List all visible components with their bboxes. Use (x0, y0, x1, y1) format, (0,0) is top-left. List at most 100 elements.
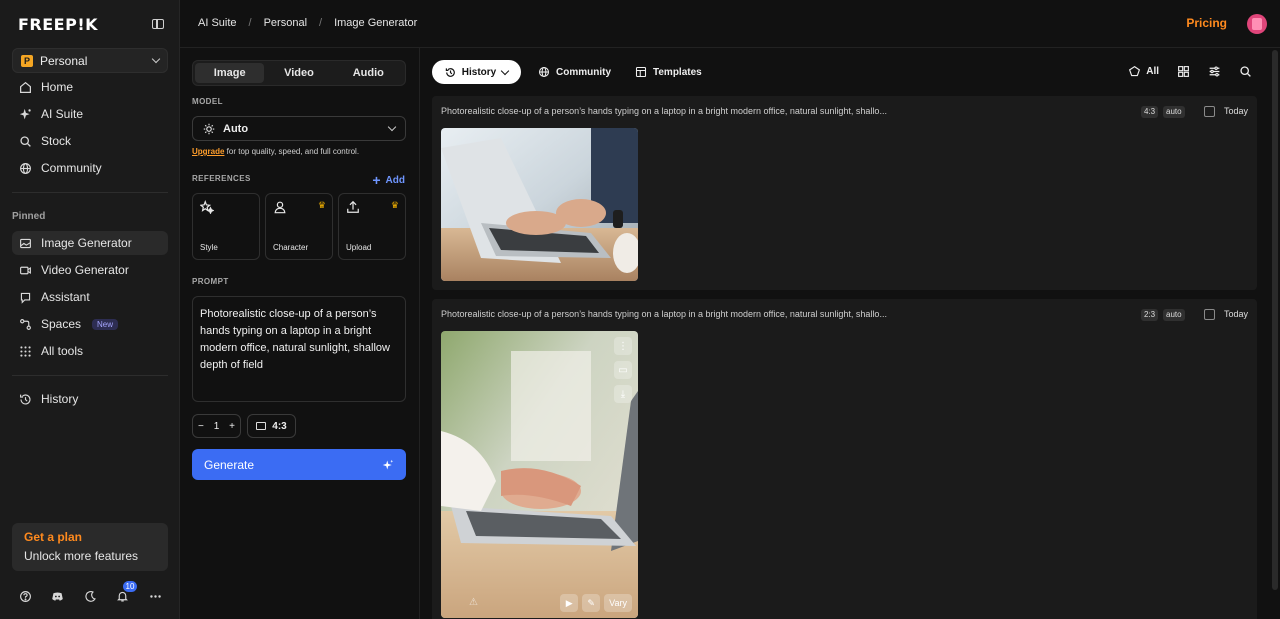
community-tab[interactable]: Community (538, 66, 611, 78)
tab-video[interactable]: Video (264, 63, 333, 83)
workspace-label: Personal (40, 53, 88, 68)
sparkle-icon (382, 459, 394, 471)
vary-button[interactable]: Vary (604, 594, 632, 612)
nav-label: Video Generator (41, 263, 129, 277)
increment-button[interactable]: + (229, 421, 235, 432)
video-icon[interactable]: ▶ (560, 594, 579, 612)
grid-icon (18, 344, 32, 358)
model-auto-icon (203, 123, 215, 135)
result-date: Today (1223, 106, 1248, 116)
history-label: History (461, 66, 497, 78)
plus-icon: + (372, 172, 381, 188)
edit-image-icon[interactable]: ✎ (582, 594, 601, 612)
reference-label: Style (200, 243, 218, 252)
history-icon (445, 67, 456, 78)
model-label: MODEL (192, 97, 223, 106)
reference-label: Upload (346, 243, 372, 252)
sidebar: FREEP!K P Personal Home AI Suite Stock C… (0, 0, 180, 619)
home-icon (18, 80, 32, 94)
tab-image[interactable]: Image (195, 63, 265, 83)
result-prompt[interactable]: Photorealistic close-up of a person’s ha… (441, 106, 1041, 116)
help-icon[interactable] (18, 589, 32, 603)
chevron-down-icon (500, 66, 510, 75)
workspace-badge: P (21, 54, 33, 67)
aspect-ratio-button[interactable]: 4:3 (247, 414, 296, 438)
nav-label: Spaces (41, 317, 82, 331)
more-vertical-icon[interactable]: ⋮ (614, 337, 632, 355)
download-icon[interactable]: ⤓ (614, 385, 632, 403)
sparkle-icon (18, 107, 32, 121)
nav-label: All tools (41, 344, 84, 358)
freepik-logo[interactable]: FREEP!K (18, 15, 98, 34)
upgrade-link[interactable]: Upgrade (192, 147, 224, 156)
image-bottom-actions: ▶ ✎ Vary (560, 594, 632, 612)
decrement-button[interactable]: − (198, 421, 204, 432)
style-icon (199, 199, 215, 215)
chevron-down-icon (387, 122, 397, 132)
aspect-ratio-value: 4:3 (272, 420, 287, 432)
nav-home[interactable]: Home (12, 75, 168, 99)
nav-video-generator[interactable]: Video Generator (12, 258, 168, 282)
crown-icon: ♛ (390, 200, 399, 210)
moon-icon[interactable] (83, 589, 97, 603)
character-icon (273, 200, 287, 214)
nav-history[interactable]: History (12, 387, 168, 411)
prompt-label: PROMPT (192, 277, 229, 286)
nav-image-generator[interactable]: Image Generator (12, 231, 168, 255)
prompt-input[interactable]: Photorealistic close-up of a person’s ha… (192, 296, 406, 402)
nav-label: Stock (41, 134, 72, 148)
nav-label: AI Suite (41, 107, 84, 121)
nav-ai-suite[interactable]: AI Suite (12, 102, 168, 126)
result-select-checkbox[interactable] (1204, 106, 1215, 117)
workspace-selector[interactable]: P Personal (12, 48, 168, 73)
sidebar-toggle-icon[interactable] (152, 19, 164, 29)
nav-stock[interactable]: Stock (12, 129, 168, 153)
result-mode-tag: auto (1163, 309, 1185, 321)
reference-character[interactable]: ♛ Character (265, 193, 333, 260)
grid-view-icon[interactable] (1177, 65, 1190, 78)
result-image[interactable] (441, 128, 638, 281)
reference-upload[interactable]: ♛ Upload (338, 193, 406, 260)
templates-tab[interactable]: Templates (635, 66, 702, 78)
quantity-value: 1 (213, 420, 220, 432)
templates-icon (635, 66, 647, 78)
assistant-icon (18, 290, 32, 304)
generate-button[interactable]: Generate (192, 449, 406, 480)
discord-icon[interactable] (51, 589, 65, 603)
search-icon[interactable] (1239, 65, 1252, 78)
result-select-checkbox[interactable] (1204, 309, 1215, 320)
image-actions: ⋮ ▭ ⤓ (614, 337, 632, 403)
reference-label: Character (273, 243, 309, 252)
get-plan-card[interactable]: Get a plan Unlock more features (12, 523, 168, 571)
breadcrumb-item-current[interactable]: Image Generator (334, 17, 417, 29)
pricing-link[interactable]: Pricing (1186, 16, 1227, 30)
result-image[interactable]: ⋮ ▭ ⤓ ⚠ ▶ ✎ Vary (441, 331, 638, 618)
breadcrumb-item[interactable]: AI Suite (198, 17, 237, 29)
result-prompt[interactable]: Photorealistic close-up of a person’s ha… (441, 309, 1041, 319)
tab-audio[interactable]: Audio (334, 63, 403, 83)
filter-all-button[interactable]: All (1128, 65, 1159, 78)
warning-icon[interactable]: ⚠ (469, 597, 478, 608)
result-card: Photorealistic close-up of a person’s ha… (432, 299, 1257, 619)
history-filter-button[interactable]: History (432, 60, 521, 84)
globe-icon (538, 66, 550, 78)
bell-icon[interactable]: 10 (116, 581, 138, 603)
reference-style[interactable]: Style (192, 193, 260, 260)
nav-all-tools[interactable]: All tools (12, 339, 168, 363)
filter-shapes-icon (1128, 65, 1141, 78)
nav-spaces[interactable]: Spaces New (12, 312, 168, 336)
filter-all-label: All (1146, 66, 1159, 77)
avatar[interactable] (1247, 14, 1267, 34)
nav-community[interactable]: Community (12, 156, 168, 180)
plan-subtitle: Unlock more features (24, 549, 139, 563)
model-select[interactable]: Auto (192, 116, 406, 141)
add-reference-button[interactable]: + Add (372, 172, 405, 188)
more-icon[interactable] (148, 589, 162, 603)
scrollbar[interactable] (1272, 50, 1278, 590)
view-tools: All (1128, 65, 1252, 78)
result-mode-tag: auto (1163, 106, 1185, 118)
settings-sliders-icon[interactable] (1208, 65, 1221, 78)
folder-add-icon[interactable]: ▭ (614, 361, 632, 379)
nav-assistant[interactable]: Assistant (12, 285, 168, 309)
breadcrumb-item[interactable]: Personal (264, 17, 307, 29)
